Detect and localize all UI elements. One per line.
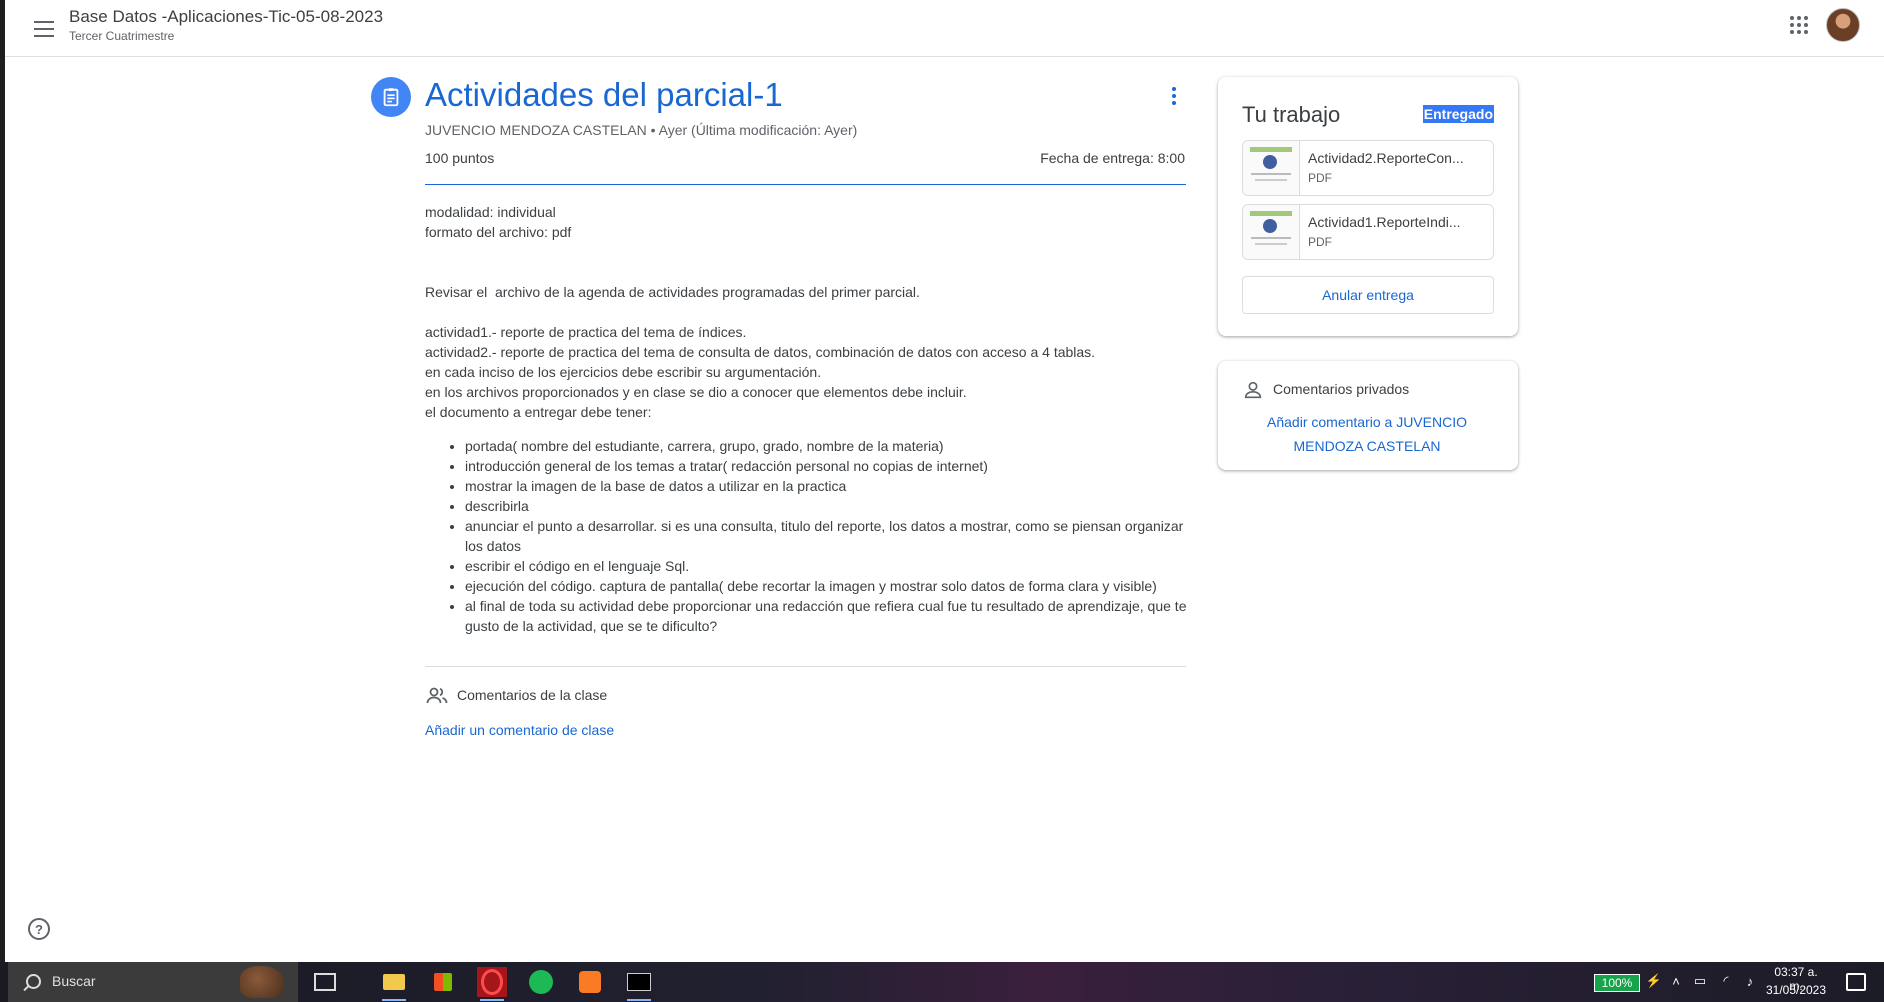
assignment-description: modalidad: individual formato del archiv… (425, 202, 1205, 636)
avatar[interactable] (1826, 8, 1860, 42)
file-name: Actividad1.ReporteIndi... (1308, 214, 1461, 230)
help-icon[interactable]: ? (28, 918, 50, 940)
list-item: anunciar el punto a desarrollar. si es u… (465, 516, 1205, 556)
list-item: ejecución del código. captura de pantall… (465, 576, 1205, 596)
chevron-up-icon[interactable]: ˄ (1667, 972, 1685, 990)
description-line: actividad2.- reporte de practica del tem… (425, 344, 1096, 360)
notifications-icon[interactable] (1846, 973, 1866, 991)
description-line: en cada inciso de los ejercicios debe es… (425, 364, 822, 380)
file-explorer-icon[interactable] (379, 967, 409, 1001)
class-title[interactable]: Base Datos -Aplicaciones-Tic-05-08-2023 (69, 7, 383, 27)
pdf-thumbnail (1243, 205, 1300, 259)
file-type: PDF (1308, 171, 1332, 185)
search-icon (26, 974, 41, 989)
assignment-due-date: Fecha de entrega: 8:00 (1040, 150, 1185, 166)
add-class-comment-link[interactable]: Añadir un comentario de clase (425, 722, 614, 738)
opera-browser-icon[interactable] (477, 967, 507, 1001)
battery-indicator[interactable]: 100% (1594, 974, 1640, 992)
top-app-bar: Base Datos -Aplicaciones-Tic-05-08-2023 … (5, 0, 1884, 57)
status-badge: Entregado (1422, 105, 1494, 123)
taskbar-search-placeholder: Buscar (52, 973, 96, 989)
power-icon[interactable]: ▭ (1691, 972, 1709, 990)
file-type: PDF (1308, 235, 1332, 249)
description-line: el documento a entregar debe tener: (425, 404, 652, 420)
assignment-points: 100 puntos (425, 150, 495, 166)
your-work-title: Tu trabajo (1242, 102, 1341, 127)
class-comments-heading: Comentarios de la clase (457, 687, 608, 703)
spotify-icon[interactable] (526, 967, 556, 997)
pdf-thumbnail (1243, 141, 1300, 195)
search-highlight-image (240, 966, 284, 998)
description-line: modalidad: individual (425, 204, 556, 220)
file-name: Actividad2.ReporteCon... (1308, 150, 1464, 166)
title-divider (425, 184, 1186, 185)
description-line: en los archivos proporcionados y en clas… (425, 384, 967, 400)
unsubmit-button[interactable]: Anular entrega (1242, 276, 1494, 314)
clock-date[interactable]: 31/05/2023 (1762, 983, 1830, 997)
attachment-file[interactable]: Actividad1.ReporteIndi... PDF (1242, 204, 1494, 260)
your-work-card: Tu trabajo Entregado Actividad2.ReporteC… (1218, 77, 1518, 336)
assignment-icon (371, 77, 411, 117)
list-item: escribir el código en el lenguaje Sql. (465, 556, 1205, 576)
requirements-list: portada( nombre del estudiante, carrera,… (425, 436, 1205, 636)
person-icon (1244, 381, 1262, 399)
task-view-icon[interactable] (310, 967, 340, 997)
store-icon[interactable] (428, 967, 458, 997)
description-line: formato del archivo: pdf (425, 224, 572, 240)
window-edge (0, 0, 5, 962)
taskbar-search[interactable]: Buscar (8, 962, 298, 1002)
list-item: describirla (465, 496, 1205, 516)
list-item: al final de toda su actividad debe propo… (465, 596, 1205, 636)
menu-icon[interactable] (27, 12, 61, 44)
apps-icon[interactable] (1790, 16, 1808, 34)
assignment-title: Actividades del parcial-1 (425, 76, 783, 113)
private-comments-card: Comentarios privados Añadir comentario a… (1218, 361, 1518, 470)
description-line: actividad1.- reporte de practica del tem… (425, 324, 747, 340)
list-item: introducción general de los temas a trat… (465, 456, 1205, 476)
volume-icon[interactable]: ♪ (1741, 972, 1759, 990)
people-icon (426, 687, 448, 704)
xampp-icon[interactable] (575, 967, 605, 997)
description-line: Revisar el archivo de la agenda de activ… (425, 284, 920, 300)
more-vert-icon[interactable] (1162, 84, 1186, 108)
attachment-file[interactable]: Actividad2.ReporteCon... PDF (1242, 140, 1494, 196)
charging-icon: ⚡ (1645, 973, 1663, 988)
terminal-icon[interactable] (624, 967, 654, 1001)
private-comments-heading: Comentarios privados (1273, 381, 1410, 397)
wifi-icon[interactable]: ◜ (1717, 972, 1735, 990)
list-item: portada( nombre del estudiante, carrera,… (465, 436, 1205, 456)
add-private-comment-link[interactable]: Añadir comentario a JUVENCIO MENDOZA CAS… (1242, 410, 1492, 458)
class-subtitle: Tercer Cuatrimestre (69, 29, 175, 43)
list-item: mostrar la imagen de la base de datos a … (465, 476, 1205, 496)
windows-taskbar: Buscar 100% ⚡ ˄ ▭ ◜ ♪ 03:37 a. m. 31/05/… (0, 962, 1884, 1002)
comments-divider (425, 666, 1186, 667)
assignment-meta: JUVENCIO MENDOZA CASTELAN • Ayer (Última… (425, 122, 858, 138)
